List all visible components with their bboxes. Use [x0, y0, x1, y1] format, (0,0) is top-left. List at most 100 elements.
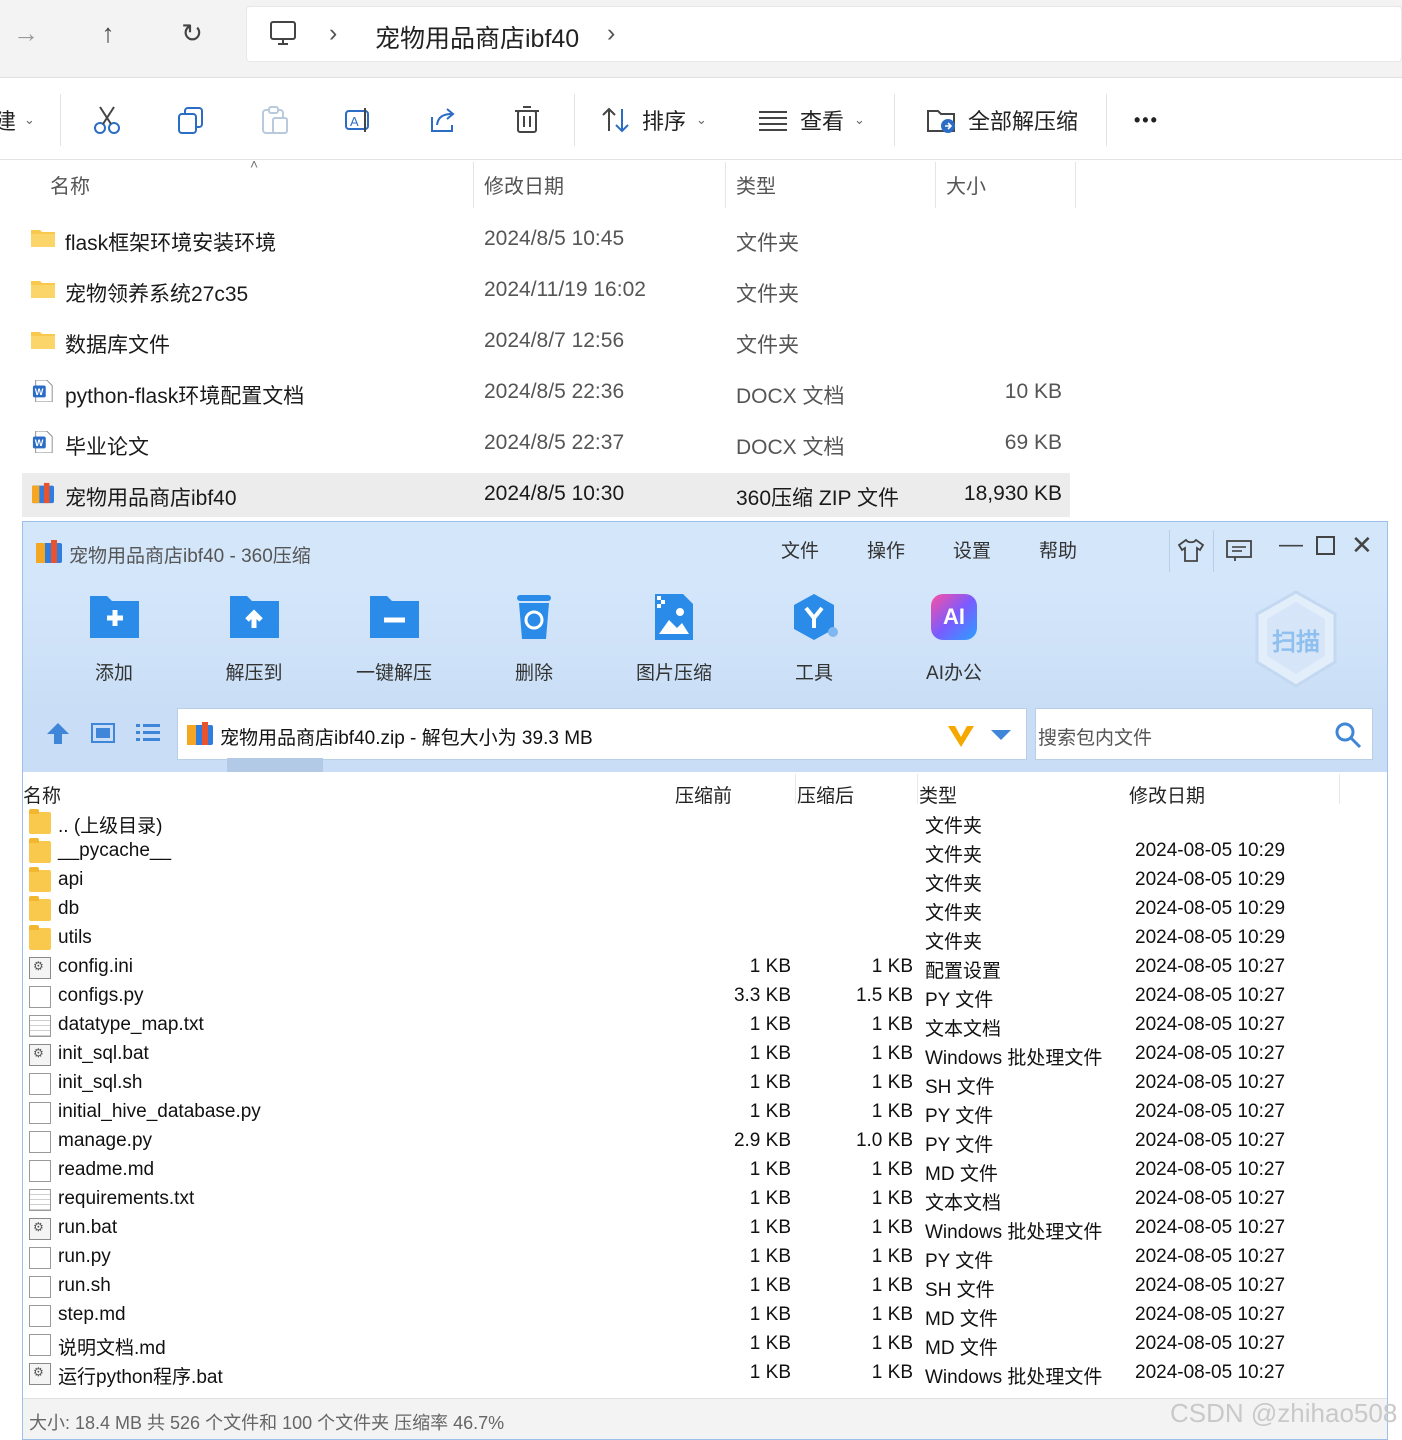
file-modified: 2024/8/5 22:37 [484, 431, 625, 454]
zip-file-modified: 2024-08-05 10:29 [1135, 869, 1286, 890]
zip-table-row[interactable]: step.md 1 KB 1 KB MD 文件 2024-08-05 10:27 [23, 1302, 1387, 1331]
explorer-file-row[interactable]: W 毕业论文 2024/8/5 22:37 DOCX 文档 69 KB [22, 422, 1070, 466]
copy-button[interactable] [176, 100, 206, 140]
zip-table-row[interactable]: run.sh 1 KB 1 KB SH 文件 2024-08-05 10:27 [23, 1273, 1387, 1302]
zip-table-row[interactable]: utils 文件夹 2024-08-05 10:29 [23, 925, 1387, 954]
zip-table-row[interactable]: init_sql.bat 1 KB 1 KB Windows 批处理文件 2024-08… [23, 1041, 1387, 1070]
view-button[interactable]: 查看 ⌄ [758, 100, 865, 140]
zip-file-type: SH 文件 [925, 1077, 995, 1098]
zip-col-before[interactable]: 压缩前 [675, 781, 732, 808]
zip-table-row[interactable]: api 文件夹 2024-08-05 10:29 [23, 867, 1387, 896]
menu-file[interactable]: 文件 [781, 536, 819, 563]
folder-icon [31, 332, 55, 349]
path-field[interactable]: 宠物用品商店ibf40.zip - 解包大小为 39.3 MB [177, 708, 1027, 760]
tool-add[interactable]: 添加 [59, 592, 169, 685]
search-box[interactable]: 搜索包内文件 [1035, 708, 1373, 760]
zip-table-row[interactable]: initial_hive_database.py 1 KB 1 KB PY 文件 202… [23, 1099, 1387, 1128]
breadcrumb-current[interactable]: 宠物用品商店ibf40 [375, 19, 579, 55]
feedback-icon[interactable] [1225, 538, 1253, 562]
menu-operate[interactable]: 操作 [867, 536, 905, 563]
more-button[interactable]: ••• [1134, 100, 1159, 140]
zip-table-row[interactable]: configs.py 3.3 KB 1.5 KB PY 文件 2024-08-05 10… [23, 983, 1387, 1012]
paste-button[interactable] [260, 100, 290, 140]
v-logo-icon[interactable] [946, 723, 976, 749]
file-name: 宠物用品商店ibf40 [65, 487, 237, 510]
col-name-header[interactable]: 名称 [50, 170, 90, 199]
zip-table-row[interactable]: readme.md 1 KB 1 KB MD 文件 2024-08-05 10:27 [23, 1157, 1387, 1186]
explorer-file-row[interactable]: Wpython-flask环境配置文档 2024/8/5 22:36 DOCX 文档… [22, 371, 1070, 415]
zip-table-row[interactable]: config.ini 1 KB 1 KB 配置设置 2024-08-05 10:27 [23, 954, 1387, 983]
file-name: 宠物领养系统27c35 [65, 283, 249, 306]
this-pc-icon [270, 21, 296, 45]
col-type-header[interactable]: 类型 [736, 170, 776, 199]
zip-col-type[interactable]: 类型 [919, 781, 957, 808]
refresh-button[interactable]: ↻ [172, 18, 212, 49]
dropdown-arrow-icon[interactable] [990, 729, 1012, 743]
file-size: 69 KB [1004, 431, 1062, 454]
zip-table-row[interactable]: db 文件夹 2024-08-05 10:29 [23, 896, 1387, 925]
cut-button[interactable] [92, 100, 122, 140]
zip-file-type: MD 文件 [925, 1309, 998, 1330]
zip-table-row[interactable]: datatype_map.txt 1 KB 1 KB 文本文档 2024-08-05 1… [23, 1012, 1387, 1041]
scan-button[interactable]: 扫描 [1253, 590, 1339, 688]
file-icon [29, 1276, 51, 1298]
explorer-file-row[interactable]: 数据库文件 2024/8/7 12:56 文件夹 [22, 320, 1070, 364]
zip-table-row[interactable]: run.bat 1 KB 1 KB Windows 批处理文件 2024-08-05 1… [23, 1215, 1387, 1244]
tool-extract-to[interactable]: 解压到 [199, 592, 309, 685]
zip-table-row[interactable]: 说明文档.md 1 KB 1 KB MD 文件 2024-08-05 10:27 [23, 1331, 1387, 1360]
zip-table-row[interactable]: __pycache__ 文件夹 2024-08-05 10:29 [23, 838, 1387, 867]
command-bar: 建 ⌄ A 排序 ⌄ 查看 ⌄ 全部解压缩 ••• [0, 80, 1402, 160]
menu-settings[interactable]: 设置 [953, 536, 991, 563]
svg-text:W: W [35, 387, 44, 397]
extract-all-button[interactable]: 全部解压缩 [926, 100, 1078, 140]
tool-tools[interactable]: 工具 [759, 592, 869, 685]
col-size-header[interactable]: 大小 [946, 170, 986, 199]
zip-size-before: 1 KB [749, 1101, 791, 1122]
col-modified-header[interactable]: 修改日期 [484, 170, 564, 199]
zip-size-after: 1 KB [871, 1275, 913, 1296]
window-title: 宠物用品商店ibf40 - 360压缩 [69, 546, 311, 567]
tool-image-compress[interactable]: 图片压缩 [619, 592, 729, 685]
explorer-file-row[interactable]: 宠物用品商店ibf40 2024/8/5 10:30 360压缩 ZIP 文件 18,… [22, 473, 1070, 517]
paste-icon [262, 106, 288, 134]
zip-col-modified[interactable]: 修改日期 [1129, 781, 1205, 808]
zip-file-modified: 2024-08-05 10:29 [1135, 927, 1286, 948]
maximize-button[interactable] [1316, 536, 1335, 555]
thumbnail-view-icon[interactable] [91, 722, 115, 744]
zip-file-name: manage.py [58, 1130, 153, 1151]
search-icon[interactable] [1334, 721, 1362, 749]
zip-size-before: 1 KB [749, 1333, 791, 1354]
tool-ai-office[interactable]: AI AI办公 [899, 592, 1009, 685]
zip-file-name: api [58, 869, 84, 890]
tool-delete[interactable]: 删除 [479, 592, 589, 685]
sort-button[interactable]: 排序 ⌄ [600, 100, 707, 140]
close-button[interactable]: ✕ [1351, 530, 1373, 561]
menu-help[interactable]: 帮助 [1039, 536, 1077, 563]
forward-button[interactable]: → [6, 18, 46, 49]
minimize-button[interactable]: — [1279, 531, 1303, 559]
zip-size-after: 1 KB [871, 956, 913, 977]
up-level-icon[interactable] [45, 720, 71, 746]
zip-table-row[interactable]: run.py 1 KB 1 KB PY 文件 2024-08-05 10:27 [23, 1244, 1387, 1273]
up-button[interactable]: ↑ [88, 18, 128, 49]
zip-table-row[interactable]: 运行python程序.bat 1 KB 1 KB Windows 批处理文件 2024-… [23, 1360, 1387, 1389]
file-name: 毕业论文 [65, 436, 149, 459]
delete-button[interactable] [512, 100, 542, 140]
zip-col-name[interactable]: 名称 [23, 781, 61, 808]
zip-table-row[interactable]: .. (上级目录) 文件夹 [23, 809, 1387, 838]
share-button[interactable] [428, 100, 458, 140]
tool-one-click-extract[interactable]: 一键解压 [339, 592, 449, 685]
explorer-file-row[interactable]: 宠物领养系统27c35 2024/11/19 16:02 文件夹 [22, 269, 1070, 313]
list-view-icon[interactable] [135, 722, 161, 744]
new-button[interactable]: 建 ⌄ [0, 100, 35, 140]
skin-shirt-icon[interactable] [1177, 537, 1205, 563]
explorer-file-row[interactable]: flask框架环境安装环境 2024/8/5 10:45 文件夹 [22, 218, 1070, 262]
rename-button[interactable]: A [344, 100, 374, 140]
chevron-right-icon[interactable]: › [607, 19, 615, 48]
zip-col-after[interactable]: 压缩后 [797, 781, 854, 808]
address-bar[interactable]: › 宠物用品商店ibf40 › [246, 6, 1402, 62]
zip-table-row[interactable]: manage.py 2.9 KB 1.0 KB PY 文件 2024-08-05 10:… [23, 1128, 1387, 1157]
zip-table-row[interactable]: init_sql.sh 1 KB 1 KB SH 文件 2024-08-05 10:27 [23, 1070, 1387, 1099]
zip-size-before: 1 KB [749, 1362, 791, 1383]
zip-table-row[interactable]: requirements.txt 1 KB 1 KB 文本文档 2024-08-05 1… [23, 1186, 1387, 1215]
